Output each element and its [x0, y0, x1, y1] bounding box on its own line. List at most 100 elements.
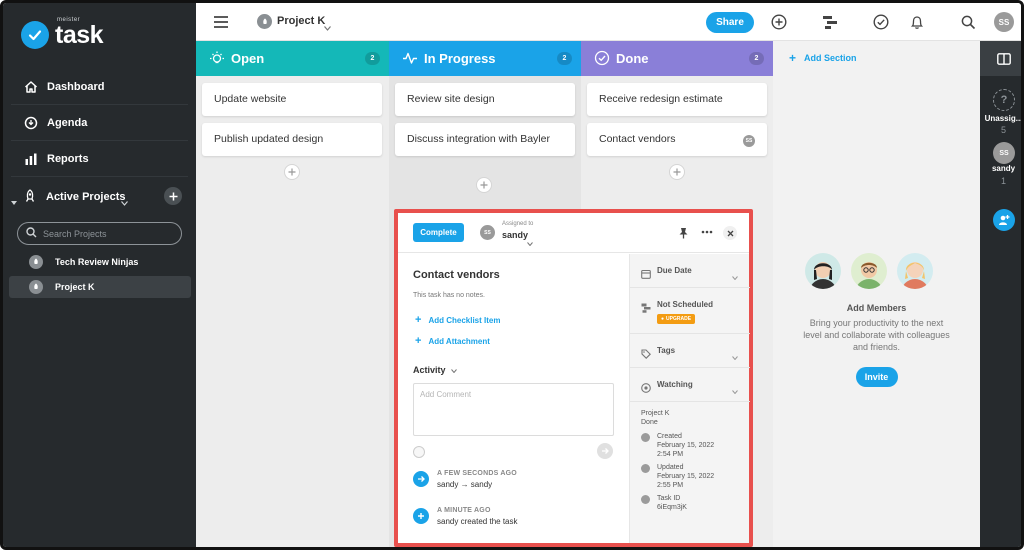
column-header-open[interactable]: Open 2 — [196, 41, 389, 76]
assignee-avatar[interactable]: SS — [480, 225, 495, 240]
check-circle-icon[interactable] — [872, 13, 890, 31]
activity-item: A MINUTE AGO sandy created the task — [413, 507, 518, 526]
watching-row[interactable]: Watching — [630, 368, 750, 402]
activity-dropdown[interactable]: Activity — [413, 365, 457, 375]
task-card[interactable]: Receive redesign estimate — [587, 83, 767, 116]
arrow-right-icon — [413, 471, 429, 487]
add-checklist-label: Add Checklist Item — [428, 315, 501, 325]
search-icon — [26, 225, 37, 243]
collapse-arrow-icon[interactable] — [11, 193, 17, 211]
sidebar-item-reports[interactable]: Reports — [11, 141, 188, 177]
updated-date: February 15, 2022 — [657, 473, 715, 480]
chevron-down-icon — [732, 347, 738, 365]
activity-time: A MINUTE AGO — [437, 507, 491, 514]
assignee-dropdown[interactable]: sandy — [502, 230, 528, 240]
chevron-down-icon[interactable] — [324, 18, 331, 36]
add-members-panel: Add Members Bring your productivity to t… — [773, 253, 980, 387]
task-card[interactable]: Review site design — [395, 83, 575, 116]
add-member-button[interactable] — [993, 209, 1015, 231]
search-input[interactable] — [43, 228, 173, 239]
project-rocket-icon — [257, 14, 272, 29]
filter-icon[interactable] — [821, 13, 839, 31]
eye-icon — [641, 380, 651, 393]
active-projects-label: Active Projects — [46, 191, 126, 203]
project-label: Project K — [55, 282, 95, 292]
more-options-icon[interactable] — [701, 226, 713, 237]
tags-row[interactable]: Tags — [630, 334, 750, 368]
chevron-down-icon — [732, 267, 738, 285]
sidebar-item-agenda[interactable]: Agenda — [11, 105, 188, 141]
due-date-row[interactable]: Due Date — [630, 254, 750, 288]
project-item-project-k[interactable]: Project K — [9, 276, 191, 298]
upgrade-label: UPGRADE — [666, 316, 692, 322]
link-icon — [641, 495, 650, 504]
plus-icon — [413, 508, 429, 524]
close-icon[interactable] — [723, 226, 737, 240]
add-checklist-item-button[interactable]: + Add Checklist Item — [415, 314, 500, 326]
complete-button[interactable]: Complete — [413, 223, 464, 242]
chevron-down-icon[interactable] — [527, 233, 533, 251]
add-circle-icon[interactable] — [770, 13, 788, 31]
add-attachment-button[interactable]: + Add Attachment — [415, 335, 490, 347]
task-card-selected[interactable]: Contact vendors SS — [587, 123, 767, 156]
hamburger-menu-icon[interactable] — [214, 15, 228, 33]
watching-label: Watching — [657, 380, 693, 389]
schedule-row[interactable]: Not Scheduled ● UPGRADE — [630, 288, 750, 334]
task-project-name: Project K — [641, 410, 670, 417]
task-panel-sidebar: Due Date Not Scheduled ● UPGRADE Tags Wa… — [629, 254, 750, 543]
unassigned-avatar[interactable]: ? — [993, 89, 1015, 111]
column-title: In Progress — [424, 51, 496, 66]
add-task-button[interactable] — [284, 164, 300, 180]
calendar-icon — [641, 266, 651, 279]
comment-input[interactable] — [413, 383, 614, 436]
agenda-icon — [23, 115, 39, 131]
chevron-down-icon[interactable] — [121, 193, 128, 211]
assigned-to-label: Assigned to — [502, 221, 534, 227]
sidebar: meister task Dashboard Agenda Reports Ac… — [3, 3, 196, 547]
add-task-button[interactable] — [669, 164, 685, 180]
created-meta: Created February 15, 2022 2:54 PM — [641, 432, 714, 459]
panel-toggle-button[interactable] — [980, 41, 1021, 76]
add-task-button[interactable] — [476, 177, 492, 193]
column-count-badge: 2 — [557, 52, 572, 65]
sidebar-item-dashboard[interactable]: Dashboard — [11, 69, 188, 105]
lock-icon: ● — [661, 316, 665, 322]
sidebar-nav: Dashboard Agenda Reports — [3, 69, 196, 177]
task-notes[interactable]: This task has no notes. — [413, 292, 485, 299]
unassigned-count: 5 — [1000, 125, 1006, 135]
add-project-button[interactable] — [164, 187, 182, 205]
task-card[interactable]: Publish updated design — [202, 123, 382, 156]
active-projects-header[interactable]: Active Projects — [3, 185, 196, 209]
member-label: sandy — [991, 164, 1016, 173]
upgrade-badge[interactable]: ● UPGRADE — [657, 314, 696, 324]
task-section-name: Done — [641, 419, 658, 426]
plus-icon — [480, 181, 488, 189]
emoji-icon[interactable] — [413, 446, 425, 458]
invite-button[interactable]: Invite — [855, 367, 898, 387]
share-button[interactable]: Share — [706, 12, 754, 33]
project-rocket-icon — [29, 280, 43, 294]
project-item-tech-review-ninjas[interactable]: Tech Review Ninjas — [9, 251, 191, 273]
pin-icon[interactable] — [678, 226, 689, 244]
task-card[interactable]: Update website — [202, 83, 382, 116]
bell-icon[interactable] — [908, 13, 926, 31]
task-id-value[interactable]: 6iEqm3jK — [657, 503, 687, 512]
member-avatar[interactable]: SS — [993, 142, 1015, 164]
plus-icon — [169, 192, 177, 200]
right-rail: ? Unassig... 5 SS sandy 1 — [980, 41, 1021, 547]
search-icon[interactable] — [959, 13, 977, 31]
column-header-done[interactable]: Done 2 — [581, 41, 773, 76]
send-comment-button[interactable] — [597, 443, 613, 459]
logo-small-text: meister — [57, 17, 81, 23]
user-avatar[interactable]: SS — [994, 12, 1014, 32]
task-title[interactable]: Contact vendors — [413, 269, 500, 281]
add-section-button[interactable]: + Add Section — [789, 51, 857, 65]
not-scheduled-label: Not Scheduled — [657, 300, 714, 309]
plus-icon: + — [415, 314, 422, 326]
task-card[interactable]: Discuss integration with Bayler — [395, 123, 575, 156]
column-header-in-progress[interactable]: In Progress 2 — [389, 41, 581, 76]
project-title[interactable]: Project K — [277, 15, 325, 27]
app-logo[interactable]: meister task — [21, 17, 104, 49]
project-search[interactable] — [17, 222, 182, 245]
rocket-icon — [23, 189, 37, 208]
